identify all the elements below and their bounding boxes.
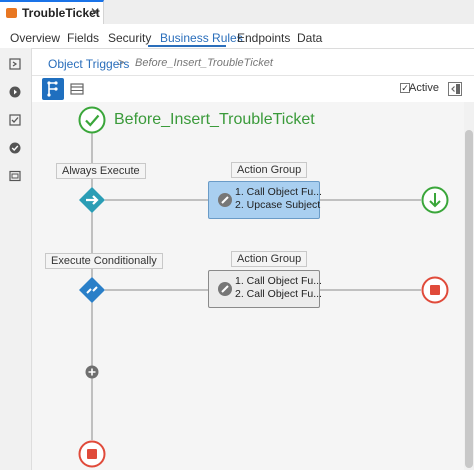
continue-node[interactable] bbox=[421, 186, 449, 214]
execute-conditionally-diamond[interactable] bbox=[78, 276, 106, 304]
trigger-start-node[interactable] bbox=[78, 106, 106, 134]
action-item: 1. Call Object Fu... bbox=[235, 186, 322, 198]
always-execute-diamond[interactable] bbox=[78, 186, 106, 214]
trigger-title: Before_Insert_TroubleTicket bbox=[114, 111, 315, 128]
action-group-header: Action Group bbox=[231, 162, 308, 178]
flow-connectors bbox=[91, 133, 421, 440]
action-item: 2. Upcase Subject bbox=[235, 199, 321, 211]
edit-icon bbox=[218, 193, 232, 207]
action-group-2[interactable]: 1. Call Object Fu... 2. Call Object Fu..… bbox=[208, 270, 322, 308]
action-item: 2. Call Object Fu... bbox=[235, 288, 322, 300]
stop-icon bbox=[87, 449, 97, 459]
stop-icon bbox=[430, 285, 440, 295]
end-stop-node[interactable] bbox=[78, 440, 106, 468]
action-item: 1. Call Object Fu... bbox=[235, 275, 322, 287]
edit-icon bbox=[218, 282, 232, 296]
condition-label-execute-conditionally: Execute Conditionally bbox=[45, 253, 163, 269]
condition-label-always-execute: Always Execute bbox=[56, 163, 146, 179]
stop-node[interactable] bbox=[421, 276, 449, 304]
action-group-1[interactable]: 1. Call Object Fu... 2. Upcase Subject bbox=[208, 181, 322, 219]
action-group-header: Action Group bbox=[231, 251, 308, 267]
add-branch-icon[interactable] bbox=[85, 365, 99, 379]
